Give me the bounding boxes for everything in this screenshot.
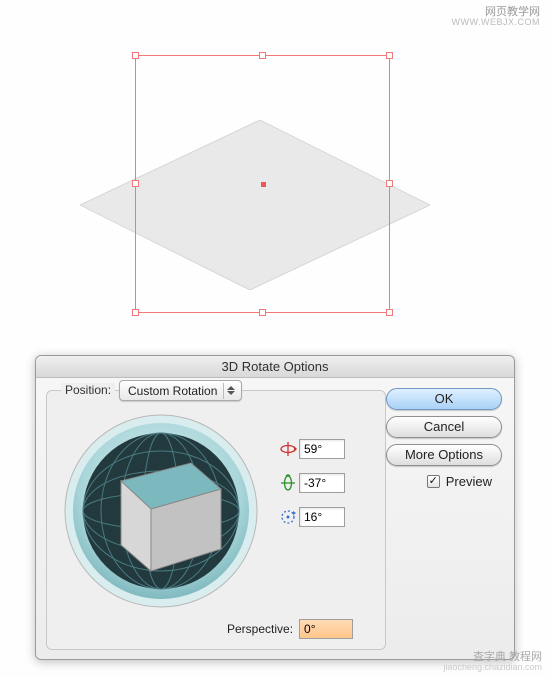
angle-row-x (277, 436, 377, 462)
rotate-x-icon (277, 440, 299, 458)
position-label: Position: (61, 383, 115, 397)
watermark-top: 网页教学网 WWW.WEBJX.COM (452, 6, 541, 28)
handle-bottom-mid[interactable] (259, 309, 266, 316)
angle-row-y (277, 470, 377, 496)
angle-y-input[interactable] (299, 473, 345, 493)
watermark-bottom: 查字典 教程网 jiaocheng.chazidian.com (443, 651, 542, 673)
trackball-3d-preview[interactable] (61, 411, 261, 611)
position-groupbox: Position: Custom Rotation (46, 390, 386, 650)
canvas-area[interactable] (0, 50, 550, 360)
perspective-label: Perspective: (227, 622, 293, 636)
ok-button[interactable]: OK (386, 388, 502, 410)
preview-checkbox[interactable]: ✓ (427, 475, 440, 488)
watermark-bottom-line2: jiaocheng.chazidian.com (443, 663, 542, 673)
dialog-title: 3D Rotate Options (36, 356, 514, 378)
dialog-buttons: OK Cancel More Options (386, 388, 502, 466)
selection-center-point[interactable] (261, 182, 266, 187)
preview-row: ✓ Preview (427, 474, 492, 489)
handle-mid-right[interactable] (386, 180, 393, 187)
dropdown-stepper-icon (223, 383, 237, 399)
cancel-button[interactable]: Cancel (386, 416, 502, 438)
handle-bottom-right[interactable] (386, 309, 393, 316)
rotate-z-icon (277, 508, 299, 526)
watermark-top-line2: WWW.WEBJX.COM (452, 18, 541, 28)
perspective-row: Perspective: (227, 619, 353, 639)
angle-z-input[interactable] (299, 507, 345, 527)
angle-row-z (277, 504, 377, 530)
rotate-y-icon (277, 474, 299, 492)
angle-inputs (277, 436, 377, 538)
more-options-button[interactable]: More Options (386, 444, 502, 466)
handle-mid-left[interactable] (132, 180, 139, 187)
handle-top-mid[interactable] (259, 52, 266, 59)
selection-bounding-box[interactable] (135, 55, 390, 313)
dialog-3d-rotate-options: 3D Rotate Options Position: Custom Rotat… (35, 355, 515, 660)
angle-x-input[interactable] (299, 439, 345, 459)
handle-top-right[interactable] (386, 52, 393, 59)
position-dropdown[interactable]: Custom Rotation (119, 380, 242, 401)
handle-top-left[interactable] (132, 52, 139, 59)
position-value: Custom Rotation (128, 384, 217, 398)
perspective-input[interactable] (299, 619, 353, 639)
preview-label: Preview (446, 474, 492, 489)
handle-bottom-left[interactable] (132, 309, 139, 316)
